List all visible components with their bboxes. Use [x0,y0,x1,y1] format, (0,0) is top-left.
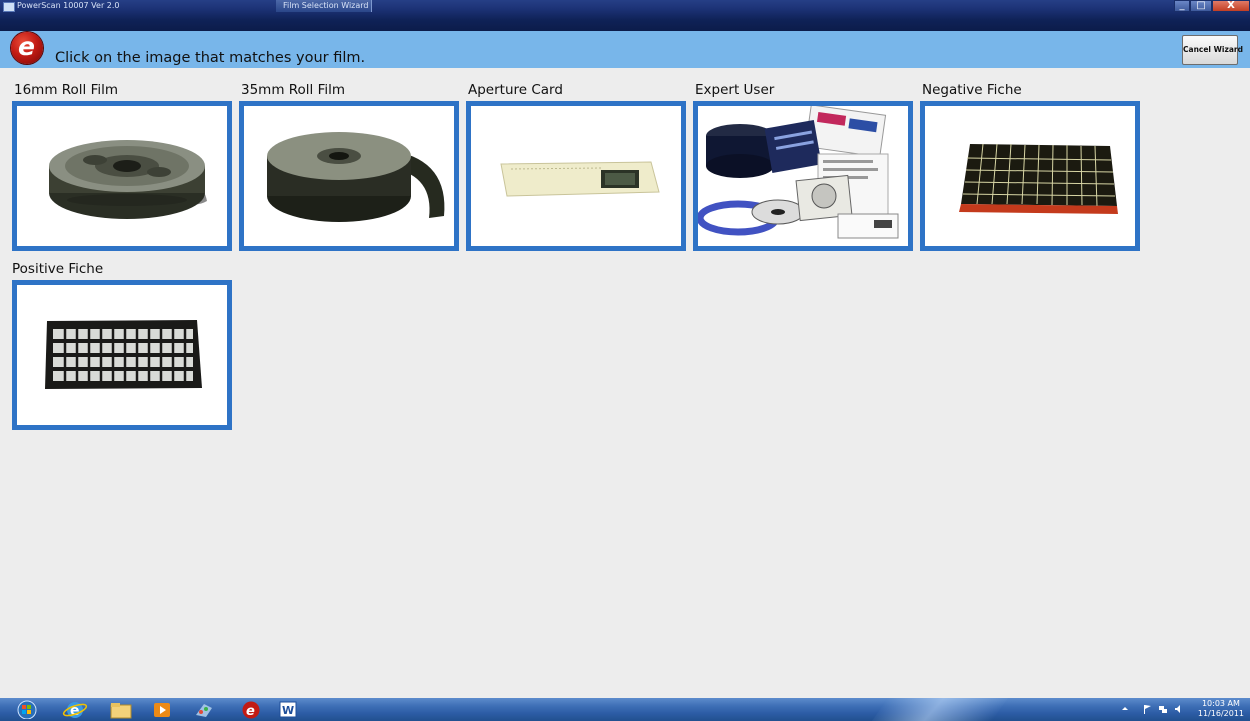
app-icon [3,2,15,12]
tile-label-16mm: 16mm Roll Film [14,82,119,98]
close-icon: X [1227,0,1235,11]
svg-text:e: e [246,704,255,719]
positive-fiche-icon [45,320,202,389]
tile-label-expert-user: Expert User [695,82,775,98]
svg-text:W: W [282,704,294,717]
powerscan-app-icon[interactable]: e [238,700,264,719]
clock[interactable]: 10:03 AM 11/16/2011 [1198,699,1244,719]
tile-label-negative-fiche: Negative Fiche [922,82,1022,98]
tile-label-35mm: 35mm Roll Film [241,82,346,98]
app-title: PowerScan 10007 Ver 2.0 [17,1,120,10]
taskbar-glare [871,698,1009,721]
film-reel-16mm-icon [49,140,207,219]
window-title: Film Selection Wizard [283,1,369,10]
close-button[interactable]: X [1212,0,1250,12]
network-icon[interactable] [1158,704,1168,714]
window-controls: _ □ X [1174,0,1250,12]
maximize-icon: □ [1196,0,1206,11]
tile-label-positive-fiche: Positive Fiche [12,261,104,277]
maximize-button[interactable]: □ [1190,0,1212,12]
expert-user-collage-icon [698,106,899,239]
paint-icon[interactable] [192,700,218,719]
aperture-card-icon [500,161,660,197]
negative-fiche-icon [959,143,1118,214]
show-hidden-icons-icon[interactable] [1120,704,1130,714]
logo-icon: e [11,32,43,64]
system-tray: 10:03 AM 11/16/2011 [1120,698,1250,721]
taskbar: e e W 10:03 AM 11/16/2011 [0,698,1250,721]
start-orb-icon[interactable] [14,700,40,719]
minimize-icon: _ [1179,0,1185,11]
tile-positive-fiche[interactable] [12,280,232,430]
tile-label-aperture-card: Aperture Card [468,82,563,98]
tile-negative-fiche[interactable] [920,101,1140,251]
tile-35mm-roll-film[interactable] [239,101,459,251]
internet-explorer-icon[interactable]: e [62,700,88,719]
volume-icon[interactable] [1174,704,1184,714]
logo-letter: e [18,32,35,61]
instruction-text: Click on the image that matches your fil… [55,50,366,66]
clock-date: 11/16/2011 [1197,709,1244,718]
clock-time: 10:03 AM [1201,699,1240,708]
file-explorer-icon[interactable] [108,700,134,719]
word-icon[interactable]: W [276,700,302,719]
tile-aperture-card[interactable] [466,101,686,251]
window-title-bar: PowerScan 10007 Ver 2.0 Film Selection W… [0,0,1250,31]
media-player-icon[interactable] [150,700,176,719]
film-reel-35mm-icon [267,132,445,222]
minimize-button[interactable]: _ [1174,0,1190,12]
action-center-flag-icon[interactable] [1142,704,1152,714]
cancel-wizard-button[interactable]: Cancel Wizard [1182,35,1243,65]
tile-expert-user[interactable] [693,101,913,251]
tile-16mm-roll-film[interactable] [12,101,232,251]
